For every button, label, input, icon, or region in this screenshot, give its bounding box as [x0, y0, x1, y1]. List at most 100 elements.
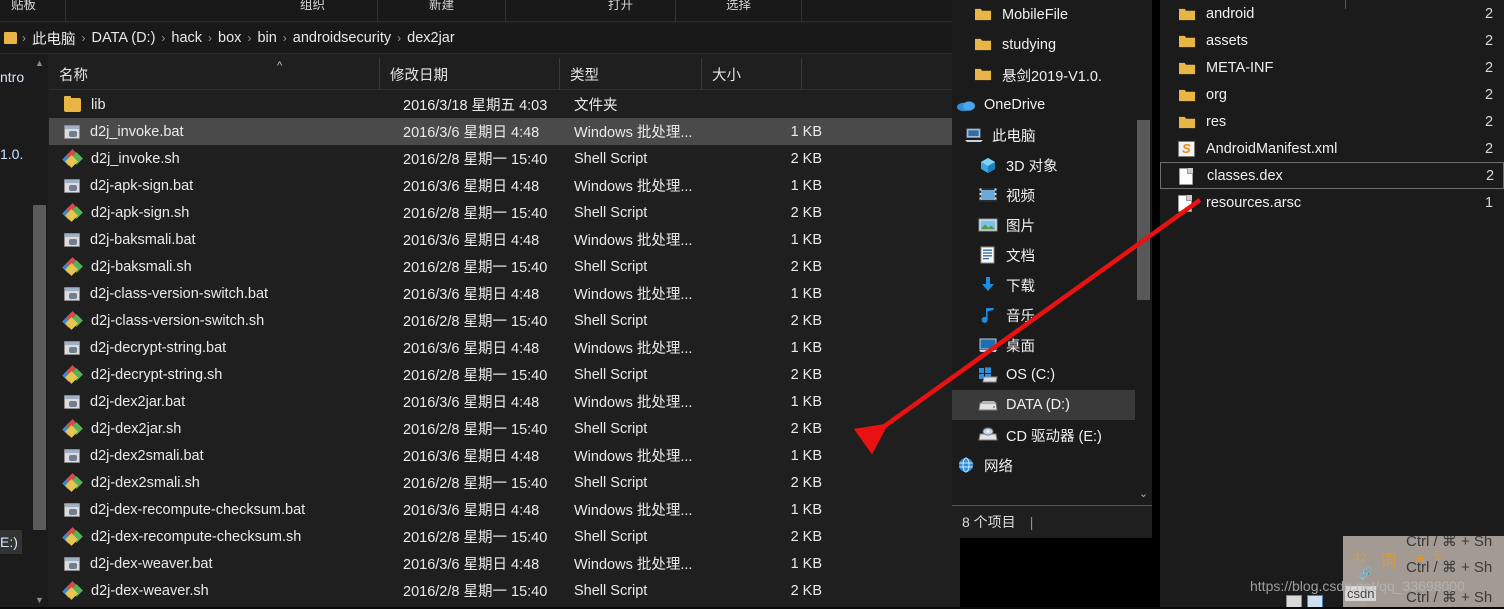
os-drive-icon: [979, 367, 998, 383]
column-header-大小[interactable]: 大小: [702, 58, 802, 90]
list-item[interactable]: res 2: [1160, 108, 1504, 135]
breadcrumb-item-androidsecurity[interactable]: androidsecurity: [289, 29, 395, 47]
sidebar-item-图片[interactable]: 图片: [952, 210, 1135, 240]
navigation-tree[interactable]: MobileFile studying 悬剑2019-V1.0. OneDrive 此电…: [952, 0, 1135, 505]
column-header-名称[interactable]: 名称: [49, 58, 380, 90]
table-row[interactable]: d2j-dex-recompute-checksum.bat 2016/3/6 星…: [49, 496, 960, 523]
table-row[interactable]: d2j-dex2jar.bat 2016/3/6 星期日 4:48 Windows …: [49, 388, 960, 415]
sidebar-item-studying[interactable]: studying: [952, 30, 1135, 60]
ribbon-group-组织[interactable]: 组织: [248, 0, 378, 22]
column-header-修改日期[interactable]: 修改日期: [380, 58, 560, 90]
shortcut-hint-label: Ctrl / ⌘ + Sh: [1406, 559, 1493, 576]
table-row[interactable]: d2j-dex-weaver.sh 2016/2/8 星期一 15:40 Shell…: [49, 577, 960, 601]
chevron-down-icon[interactable]: ⌄: [1135, 483, 1152, 505]
nav-item-fragment[interactable]: E:): [0, 530, 22, 554]
file-date-cell: 2016/3/6 星期日 4:48: [403, 449, 540, 465]
sidebar-item-cd驱动器e[interactable]: CD 驱动器 (E:): [952, 420, 1135, 450]
breadcrumb-item-dex2jar[interactable]: dex2jar: [403, 29, 459, 47]
sidebar-item-datad[interactable]: DATA (D:): [952, 390, 1135, 420]
table-row[interactable]: d2j-dex2smali.sh 2016/2/8 星期一 15:40 Shell …: [49, 469, 960, 496]
table-row[interactable]: d2j-dex-weaver.bat 2016/3/6 星期日 4:48 Windo…: [49, 550, 960, 577]
list-item[interactable]: android 2: [1160, 0, 1504, 27]
list-item[interactable]: assets 2: [1160, 27, 1504, 54]
table-row[interactable]: d2j-decrypt-string.sh 2016/2/8 星期一 15:40 S…: [49, 361, 960, 388]
file-date-cell: 2016/3/6 星期日 4:48: [403, 287, 540, 303]
sidebar-item-此电脑[interactable]: 此电脑: [952, 120, 1135, 150]
file-name-cell: d2j-class-version-switch.sh: [62, 311, 264, 330]
ribbon-group-贴板[interactable]: 贴板: [0, 0, 66, 22]
file-type-cell: Windows 批处理...: [574, 287, 693, 303]
music-icon: [981, 308, 994, 323]
file-date-cell: 2016/2/8 星期一 15:40: [403, 152, 548, 168]
file-type-cell: Shell Script: [574, 366, 648, 383]
list-item[interactable]: org 2: [1160, 81, 1504, 108]
sidebar-item-3d对象[interactable]: 3D 对象: [952, 150, 1135, 180]
ribbon-group-选择[interactable]: 选择: [676, 0, 802, 22]
table-row[interactable]: d2j-decrypt-string.bat 2016/3/6 星期日 4:48 W…: [49, 334, 960, 361]
file-name-label: d2j-dex-weaver.bat: [90, 555, 213, 572]
table-row[interactable]: d2j_invoke.bat 2016/3/6 星期日 4:48 Windows 批…: [49, 118, 960, 145]
list-item[interactable]: AndroidManifest.xml 2: [1160, 135, 1504, 162]
table-row[interactable]: d2j_invoke.sh 2016/2/8 星期一 15:40 Shell Scr…: [49, 145, 960, 172]
table-row[interactable]: d2j-apk-sign.sh 2016/2/8 星期一 15:40 Shell S…: [49, 199, 960, 226]
nav-pane-partial[interactable]: ntro 1.0. E:): [0, 55, 31, 609]
file-type-cell: Shell Script: [574, 420, 648, 437]
breadcrumb-item-bin[interactable]: bin: [253, 29, 280, 47]
sidebar-item-label: 悬剑2019-V1.0.: [1002, 68, 1102, 85]
folder-icon: [1179, 8, 1196, 20]
file-explorer-window: 贴板 组织 新建 打开 选择 › 此电脑 › DATA (D:) › hack › box › bin › a…: [0, 0, 960, 609]
sidebar-item-文档[interactable]: 文档: [952, 240, 1135, 270]
list-item[interactable]: resources.arsc 1: [1160, 189, 1504, 216]
this-pc-icon: [965, 128, 983, 142]
nav-item-icon-wrapper: [974, 6, 994, 24]
nav-tree-scrollbar[interactable]: ⌄: [1135, 0, 1152, 505]
table-row[interactable]: lib 2016/3/18 星期五 4:03 文件夹: [49, 91, 960, 118]
breadcrumb-item-datad[interactable]: DATA (D:): [88, 29, 160, 47]
breadcrumb-item-box[interactable]: box: [214, 29, 245, 47]
file-size-cell: 1 KB: [790, 447, 822, 464]
table-row[interactable]: d2j-class-version-switch.bat 2016/3/6 星期日…: [49, 280, 960, 307]
ribbon-group-新建[interactable]: 新建: [378, 0, 506, 22]
scrollbar-thumb[interactable]: [33, 205, 46, 530]
file-size-cell: 1 KB: [790, 285, 822, 302]
table-row[interactable]: d2j-dex2smali.bat 2016/3/6 星期日 4:48 Window…: [49, 442, 960, 469]
sidebar-item-网络[interactable]: 网络: [952, 450, 1135, 480]
sidebar-item-osc[interactable]: OS (C:): [952, 360, 1135, 390]
folder-icon: [975, 8, 992, 21]
bat-file-icon: [64, 340, 80, 355]
sidebar-item-下载[interactable]: 下载: [952, 270, 1135, 300]
file-name-label: d2j-baksmali.sh: [91, 258, 192, 275]
nav-pane-scrollbar[interactable]: ▲ ▼: [31, 55, 48, 609]
address-bar[interactable]: › 此电脑 › DATA (D:) › hack › box › bin › androidsecur…: [0, 23, 960, 54]
list-item[interactable]: classes.dex 2: [1160, 162, 1504, 189]
table-row[interactable]: d2j-baksmali.sh 2016/2/8 星期一 15:40 Shell S…: [49, 253, 960, 280]
bat-file-icon: [64, 286, 80, 301]
sh-file-icon: [62, 257, 83, 276]
file-date-cell: 2016/2/8 星期一 15:40: [403, 422, 548, 438]
scrollbar-thumb[interactable]: [1137, 120, 1150, 300]
nav-item-fragment[interactable]: 1.0.: [0, 142, 27, 166]
file-type-cell: Windows 批处理...: [574, 449, 693, 465]
table-row[interactable]: d2j-apk-sign.bat 2016/3/6 星期日 4:48 Windows…: [49, 172, 960, 199]
ribbon-group-打开[interactable]: 打开: [566, 0, 676, 22]
sidebar-item-mobilefile[interactable]: MobileFile: [952, 0, 1135, 30]
column-header-blank[interactable]: [802, 58, 960, 90]
sidebar-item-桌面[interactable]: 桌面: [952, 330, 1135, 360]
sidebar-item-视频[interactable]: 视频: [952, 180, 1135, 210]
sidebar-item-悬剑2019v10[interactable]: 悬剑2019-V1.0.: [952, 60, 1135, 90]
table-row[interactable]: d2j-dex-recompute-checksum.sh 2016/2/8 星期…: [49, 523, 960, 550]
sidebar-item-onedrive[interactable]: OneDrive: [952, 90, 1135, 120]
file-list[interactable]: lib 2016/3/18 星期五 4:03 文件夹 d2j_invoke.bat 20…: [49, 91, 960, 601]
column-header-类型[interactable]: 类型: [560, 58, 702, 90]
list-item[interactable]: META-INF 2: [1160, 54, 1504, 81]
breadcrumb-item-[interactable]: 此电脑: [28, 27, 80, 50]
table-row[interactable]: d2j-class-version-switch.sh 2016/2/8 星期一 …: [49, 307, 960, 334]
file-date-cell: 2016/3/6 星期日 4:48: [403, 125, 540, 141]
breadcrumb-separator: ›: [161, 31, 166, 45]
breadcrumb-item-hack[interactable]: hack: [167, 29, 206, 47]
table-row[interactable]: d2j-baksmali.bat 2016/3/6 星期日 4:48 Windows…: [49, 226, 960, 253]
table-row[interactable]: d2j-dex2jar.sh 2016/2/8 星期一 15:40 Shell Sc…: [49, 415, 960, 442]
scroll-up-icon[interactable]: ▲: [31, 55, 48, 72]
nav-item-fragment[interactable]: ntro: [0, 65, 28, 89]
sidebar-item-音乐[interactable]: 音乐: [952, 300, 1135, 330]
